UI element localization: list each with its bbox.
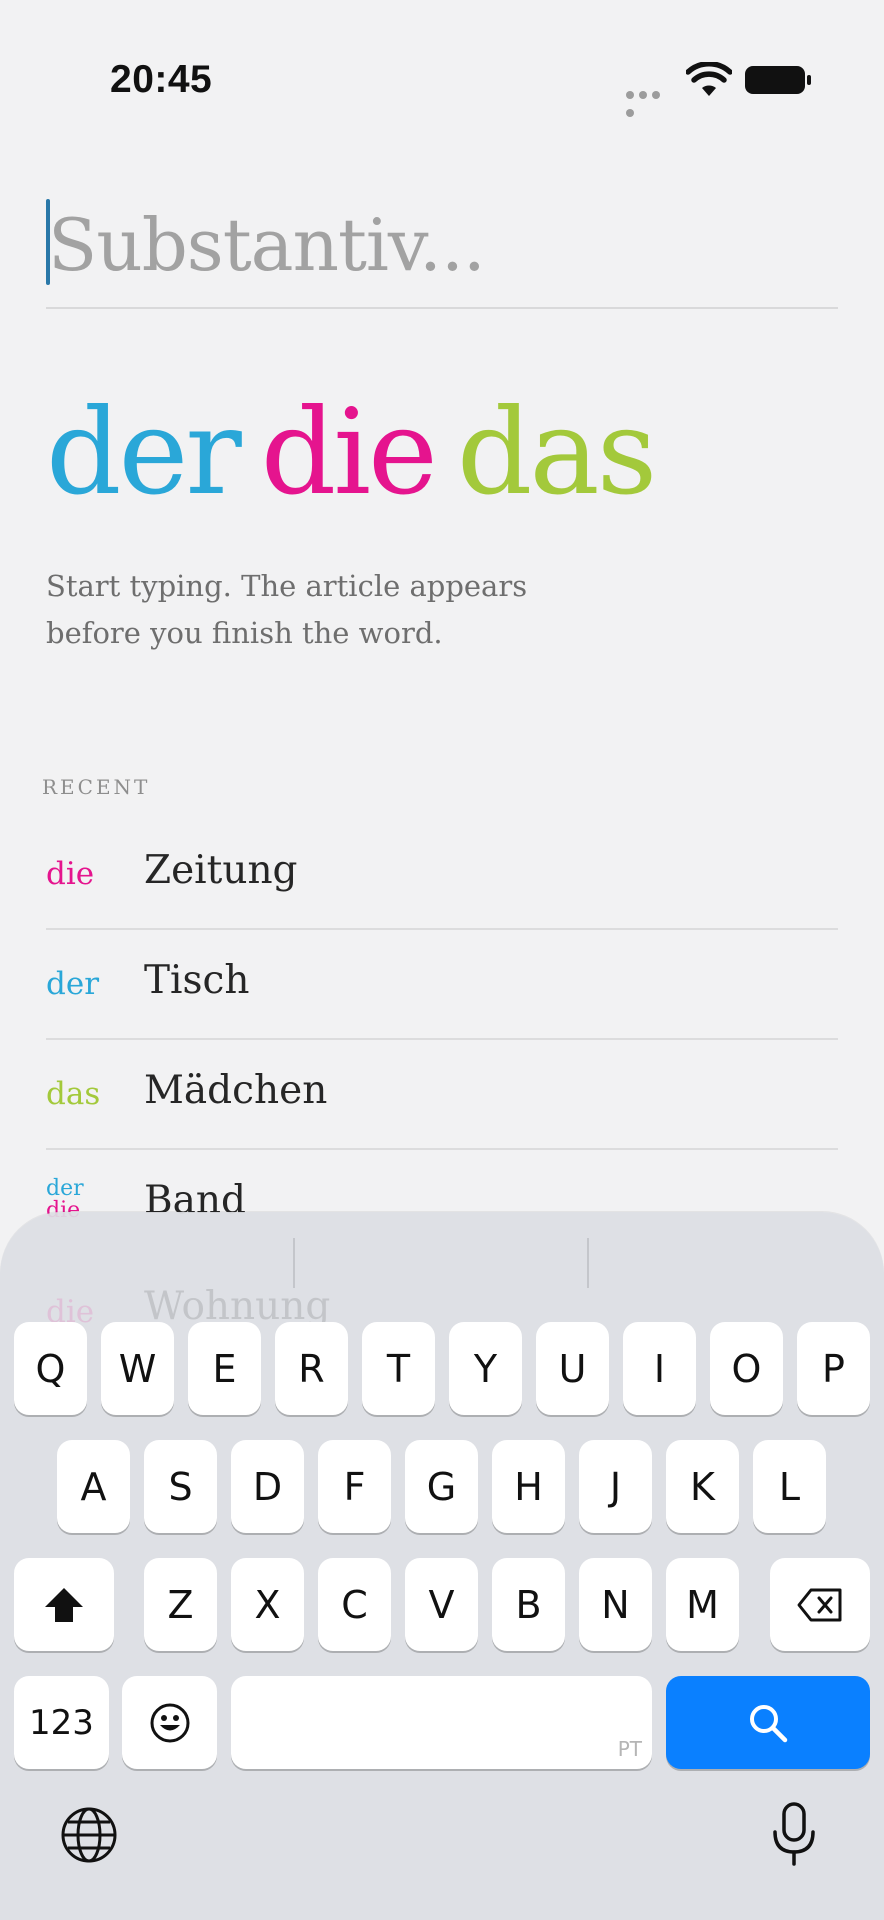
recent-article: das (46, 1076, 101, 1112)
key-c[interactable]: C (318, 1558, 391, 1651)
key-g[interactable]: G (405, 1440, 478, 1533)
articles-heading: der die das (46, 382, 676, 522)
search-key[interactable] (666, 1676, 870, 1769)
key-t[interactable]: T (362, 1322, 435, 1415)
key-h[interactable]: H (492, 1440, 565, 1533)
key-r[interactable]: R (275, 1322, 348, 1415)
key-e[interactable]: E (188, 1322, 261, 1415)
space-key[interactable]: PT (231, 1676, 652, 1769)
key-b[interactable]: B (492, 1558, 565, 1651)
key-u[interactable]: U (536, 1322, 609, 1415)
hint-text: Start typing. The article appears before… (46, 569, 528, 650)
key-x[interactable]: X (231, 1558, 304, 1651)
shift-key[interactable] (14, 1558, 114, 1651)
key-o[interactable]: O (710, 1322, 783, 1415)
suggestion-divider (587, 1238, 589, 1288)
emoji-icon (150, 1703, 189, 1742)
key-m[interactable]: M (666, 1558, 739, 1651)
signal-dots-icon (626, 86, 674, 117)
key-a[interactable]: A (57, 1440, 130, 1533)
key-q[interactable]: Q (14, 1322, 87, 1415)
key-f[interactable]: F (318, 1440, 391, 1533)
article-das: das (456, 383, 657, 521)
recent-item-tisch[interactable]: der Tisch (46, 930, 838, 1040)
key-p[interactable]: P (797, 1322, 870, 1415)
status-time: 20:45 (110, 58, 213, 101)
space-language-hint: PT (617, 1737, 642, 1761)
recent-word: Mädchen (144, 1068, 328, 1113)
wifi-icon (686, 62, 732, 96)
recent-item-maedchen[interactable]: das Mädchen (46, 1040, 838, 1150)
status-bar: 20:45 (0, 0, 884, 160)
emoji-key[interactable] (122, 1676, 217, 1769)
article-die: die (260, 383, 438, 521)
key-d[interactable]: D (231, 1440, 304, 1533)
key-s[interactable]: S (144, 1440, 217, 1533)
keyboard: die Wohnung Q W E R T Y U I O P A S D F … (0, 1212, 884, 1920)
key-z[interactable]: Z (144, 1558, 217, 1651)
recent-word: Zeitung (144, 848, 298, 893)
noun-search-input[interactable] (46, 195, 838, 295)
recent-article: der (46, 966, 100, 1002)
key-i[interactable]: I (623, 1322, 696, 1415)
globe-icon[interactable] (60, 1806, 118, 1864)
key-l[interactable]: L (753, 1440, 826, 1533)
key-j[interactable]: J (579, 1440, 652, 1533)
search-icon (750, 1704, 788, 1742)
article-der: der (46, 383, 242, 521)
delete-icon (797, 1588, 842, 1621)
recent-list: die Zeitung der Tisch das Mädchen der di… (46, 820, 838, 1260)
delete-key[interactable] (770, 1558, 870, 1651)
key-v[interactable]: V (405, 1558, 478, 1651)
key-y[interactable]: Y (449, 1322, 522, 1415)
battery-icon (745, 66, 811, 94)
suggestion-divider (293, 1238, 295, 1288)
key-k[interactable]: K (666, 1440, 739, 1533)
key-n[interactable]: N (579, 1558, 652, 1651)
recent-article-top: der (46, 1176, 84, 1201)
recent-article: die (46, 856, 95, 892)
microphone-icon[interactable] (770, 1802, 818, 1866)
shift-icon (45, 1587, 83, 1622)
recent-word: Tisch (144, 958, 250, 1003)
key-w[interactable]: W (101, 1322, 174, 1415)
search-field-container (46, 195, 838, 309)
recent-item-zeitung[interactable]: die Zeitung (46, 820, 838, 930)
recent-section-label: RECENT (42, 775, 151, 799)
numbers-key[interactable]: 123 (14, 1676, 109, 1769)
